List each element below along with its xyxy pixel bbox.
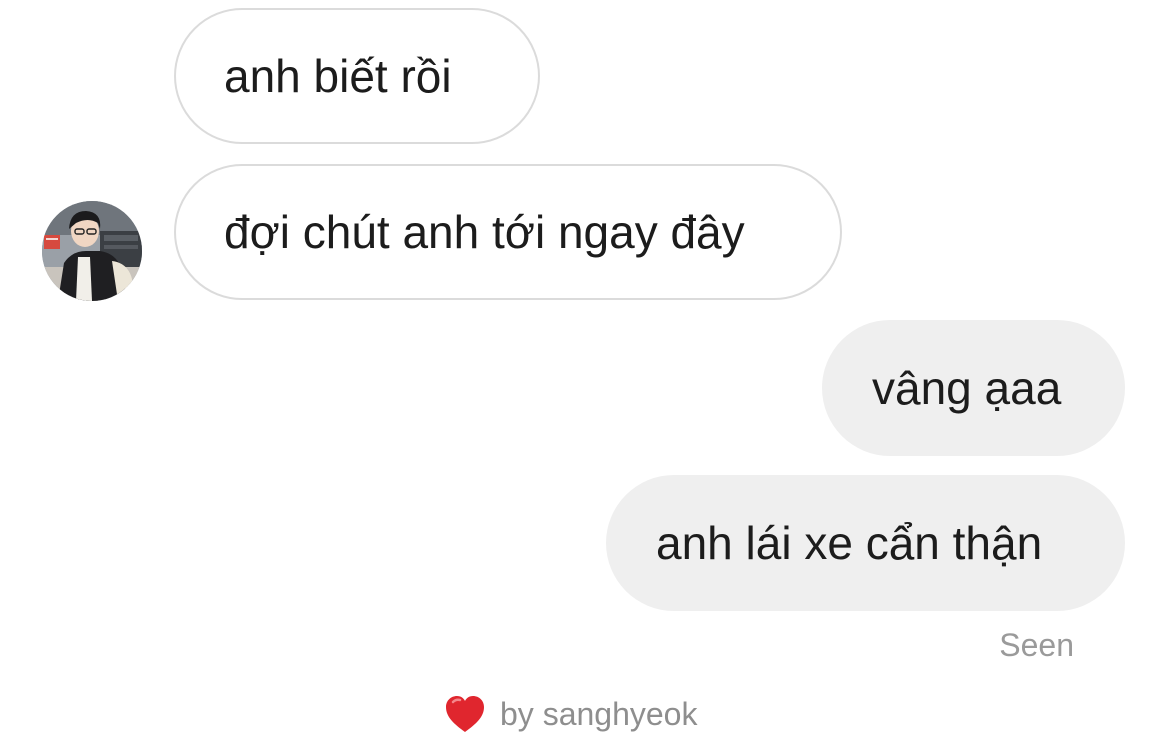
message-text: vâng ạaa [872, 362, 1062, 414]
message-bubble-sent[interactable]: vâng ạaa [822, 320, 1125, 456]
message-bubble-received[interactable]: anh biết rồi [174, 8, 540, 144]
avatar-photo-icon [42, 201, 142, 301]
message-bubble-sent[interactable]: anh lái xe cẩn thận [606, 475, 1125, 611]
message-bubble-received[interactable]: đợi chút anh tới ngay đây [174, 164, 842, 300]
message-text: anh biết rồi [224, 50, 452, 102]
message-text: anh lái xe cẩn thận [656, 517, 1043, 569]
avatar[interactable] [42, 201, 142, 301]
reaction-label: by sanghyeok [500, 695, 698, 732]
seen-status: Seen [999, 627, 1074, 663]
heart-icon [446, 696, 484, 732]
message-text: đợi chút anh tới ngay đây [224, 206, 745, 258]
reaction-credit: by sanghyeok [444, 694, 697, 734]
chat-thread: anh biết rồi đợi chút anh tới ngay đây v… [0, 0, 1169, 746]
